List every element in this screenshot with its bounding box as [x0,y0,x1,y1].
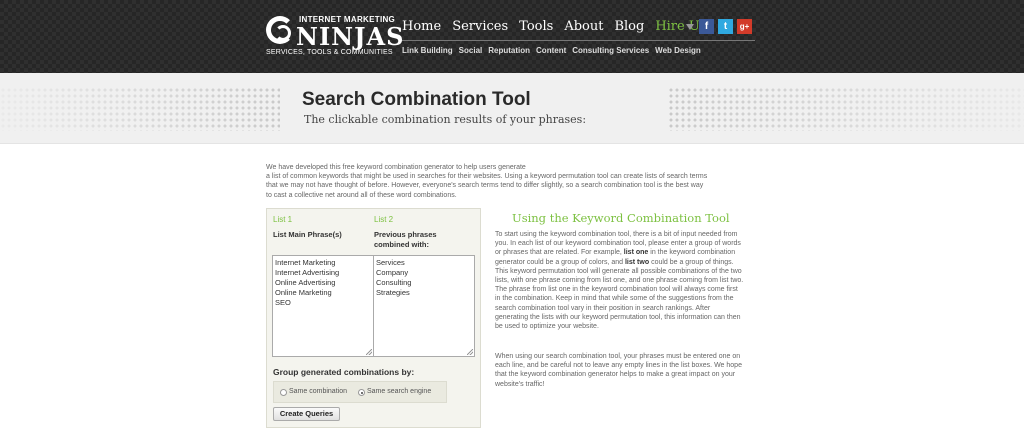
page-title: Search Combination Tool [302,89,531,110]
combination-tool-panel: List 1 List 2 List Main Phrase(s) Previo… [266,208,481,428]
list1-entry: Online Advertising [275,278,336,287]
list1-textarea[interactable]: Internet Marketing Internet Advertising … [272,255,374,357]
radio-same-search-engine[interactable] [358,389,365,396]
facebook-icon[interactable]: f [699,19,714,34]
intro-line: that we may not have thought of before. … [266,182,704,190]
subnav-consulting-services[interactable]: Consulting Services [572,46,649,55]
create-queries-button[interactable]: Create Queries [273,407,340,421]
list2-entry: Consulting [376,278,412,287]
list2-entry: Company [376,268,409,277]
nav-tools[interactable]: Tools [519,19,553,34]
list2-heading: Previous phrases combined with: [374,230,437,249]
group-by-options: Same combination Same search engine [273,381,447,403]
intro-line: a list of common keywords that might be … [266,173,708,181]
subnav-content[interactable]: Content [536,46,566,55]
info-bold-text: list one [623,249,649,257]
decorative-dots-right [668,87,1024,131]
main-nav: Home Services Tools About Blog Hire Us [402,19,706,34]
google-plus-icon[interactable]: g+ [737,19,752,34]
nav-home[interactable]: Home [402,19,441,34]
group-by-label: Group generated combinations by: [273,367,415,377]
list1-entry: Internet Marketing [275,258,336,267]
nav-blog[interactable]: Blog [614,19,644,34]
info-bold-text: list two [624,258,650,266]
list1-entry: Online Marketing [275,288,332,297]
nav-about[interactable]: About [564,19,603,34]
site-header: INTERNET MARKETING NINJAS SERVICES, TOOL… [0,0,1024,73]
list1-entry: SEO [275,298,291,307]
info-paragraph-1: To start using the keyword combination t… [495,230,745,331]
radio-same-combination[interactable] [280,389,287,396]
sub-nav: Link Building Social Reputation Content … [402,46,701,55]
logo-main-text: NINJAS [296,22,405,51]
page-subtitle: The clickable combination results of you… [304,113,587,126]
nav-divider [402,40,755,41]
subnav-social[interactable]: Social [459,46,483,55]
list1-entry: Internet Advertising [275,268,340,277]
logo-sub-text: SERVICES, TOOLS & COMMUNITIES [266,49,393,56]
info-paragraph-2: When using our search combination tool, … [495,353,742,388]
nav-services[interactable]: Services [452,19,508,34]
subnav-link-building[interactable]: Link Building [402,46,453,55]
resize-handle-icon[interactable] [467,349,473,355]
subnav-web-design[interactable]: Web Design [655,46,701,55]
radio-same-combination-label[interactable]: Same combination [289,388,347,395]
list1-label: List 1 [273,215,293,224]
list2-entry: Services [376,258,405,267]
intro-text: We have developed this free keyword comb… [266,163,776,200]
info-text: could be a group of things. This keyword… [495,258,744,331]
dropdown-arrow-icon[interactable] [686,24,694,30]
list2-entry: Strategies [376,288,410,297]
twitter-icon[interactable]: t [718,19,733,34]
decorative-dots-left [0,87,280,131]
intro-line: to cast a collective net around all of t… [266,191,457,199]
list1-heading: List Main Phrase(s) [273,230,342,239]
list2-textarea[interactable]: Services Company Consulting Strategies [373,255,475,357]
list2-label: List 2 [374,215,394,224]
intro-line: We have developed this free keyword comb… [266,164,526,171]
logo-mark-icon [266,16,294,44]
site-logo[interactable]: INTERNET MARKETING NINJAS SERVICES, TOOL… [266,13,403,61]
resize-handle-icon[interactable] [366,349,372,355]
subnav-reputation[interactable]: Reputation [488,46,530,55]
radio-same-search-engine-label[interactable]: Same search engine [367,388,431,395]
info-title: Using the Keyword Combination Tool [512,211,730,225]
